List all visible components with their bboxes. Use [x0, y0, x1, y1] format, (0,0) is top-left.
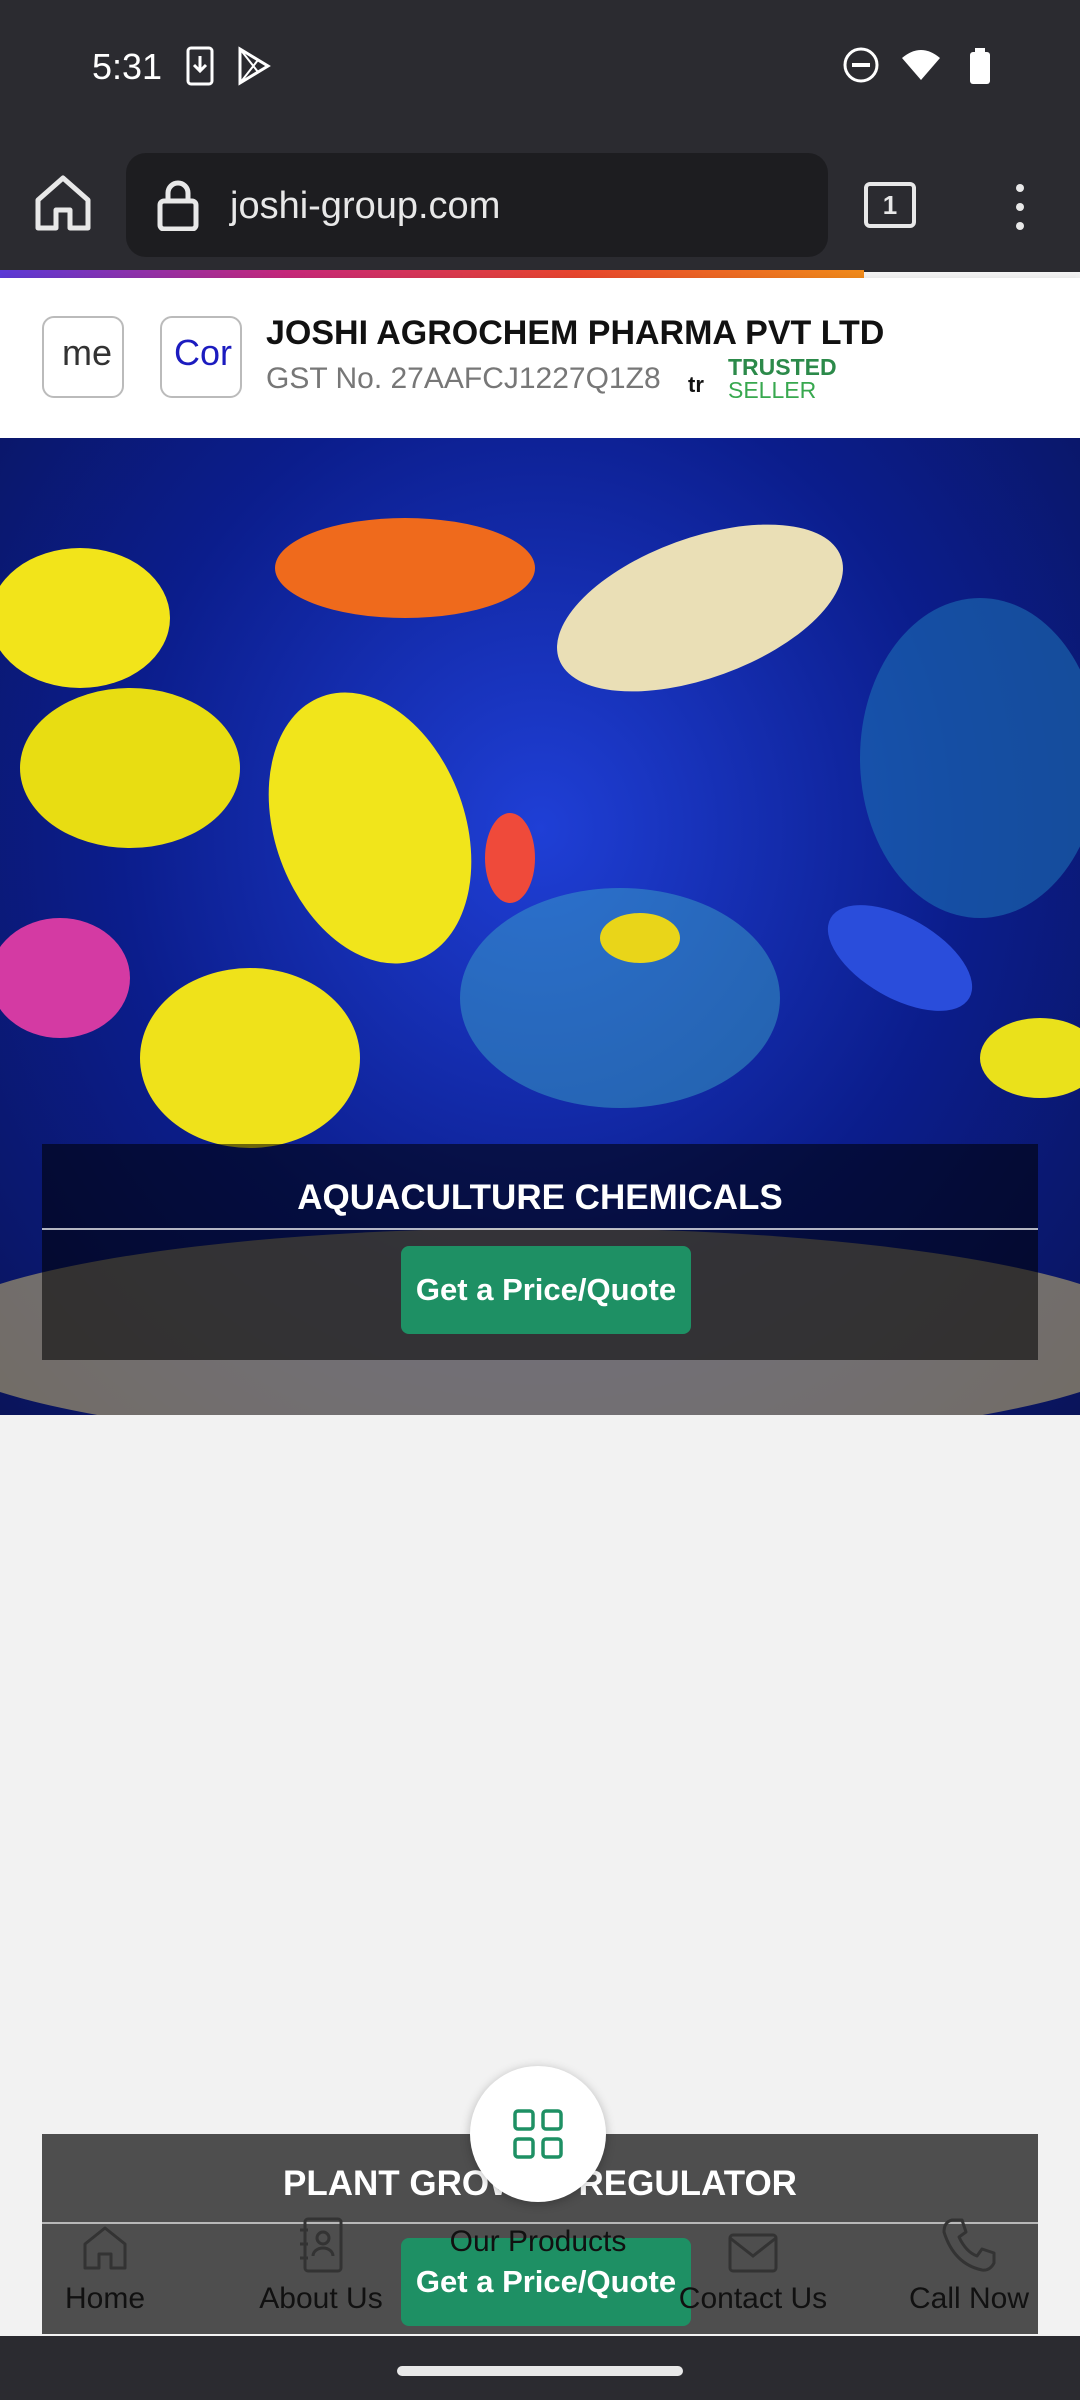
page-load-progress [0, 270, 864, 278]
url-bar[interactable]: joshi-group.com [126, 153, 828, 257]
seller-label: SELLER [728, 377, 817, 403]
overflow-menu-button[interactable] [1000, 180, 1040, 236]
nav-contact[interactable]: Contact Us [663, 2190, 843, 2316]
status-icons-left [186, 46, 272, 86]
status-icons-right [842, 46, 998, 86]
tabs-button[interactable]: 1 [864, 182, 916, 228]
trusted-label: TRUSTED [728, 354, 837, 380]
company-name: JOSHI AGROCHEM PHARMA PVT LTD [266, 314, 885, 352]
our-products-button[interactable] [470, 2066, 606, 2202]
wifi-icon [902, 50, 940, 80]
get-quote-button[interactable]: Get a Price/Quote [401, 1246, 691, 1334]
our-products-label[interactable]: Our Products [440, 2222, 636, 2262]
browser-toolbar: joshi-group.com 1 [0, 140, 1080, 272]
gst-number: GST No. 27AAFCJ1227Q1Z8 [266, 362, 661, 395]
caption-divider [42, 1228, 1038, 1230]
logo-box-2[interactable]: Cor [160, 316, 242, 398]
phone-icon [942, 2218, 996, 2272]
lock-icon [156, 179, 200, 236]
battery-icon [970, 48, 990, 84]
nav-call[interactable]: Call Now [879, 2190, 1059, 2316]
nav-about[interactable]: About Us [231, 2190, 411, 2316]
site-header: me Cor JOSHI AGROCHEM PHARMA PVT LTD GST… [0, 278, 1080, 438]
url-text: joshi-group.com [230, 185, 501, 227]
grid-icon [513, 2109, 563, 2159]
nav-about-label: About Us [259, 2282, 383, 2315]
play-store-icon [238, 46, 271, 86]
gesture-home-pill[interactable] [397, 2366, 683, 2376]
home-button[interactable] [30, 170, 96, 236]
logo-box-1[interactable]: me [42, 316, 124, 398]
do-not-disturb-icon [843, 47, 879, 83]
bottom-nav: Home About Us Contact Us Call Now [0, 2190, 1080, 2340]
hero-banner: AQUACULTURE CHEMICALS Get a Price/Quote [0, 438, 1080, 1415]
mail-icon [728, 2233, 778, 2273]
status-bar: 5:31 [0, 0, 1080, 140]
nav-home-label: Home [64, 2282, 146, 2315]
banner-title: AQUACULTURE CHEMICALS [297, 1178, 783, 1217]
download-icon [186, 46, 214, 86]
tr-mark: tr [688, 372, 704, 397]
status-time: 5:31 [92, 46, 163, 87]
trusted-seller-badge: TRUSTED SELLER [728, 356, 837, 402]
nav-home[interactable]: Home [15, 2190, 195, 2316]
system-nav-bar [0, 2336, 1080, 2400]
home-icon [83, 2226, 127, 2270]
nav-contact-label: Contact Us [678, 2282, 828, 2315]
contacts-book-icon [300, 2217, 343, 2273]
banner-caption: AQUACULTURE CHEMICALS Get a Price/Quote [42, 1144, 1038, 1360]
home-icon [35, 175, 91, 231]
nav-call-label: Call Now [908, 2282, 1030, 2315]
